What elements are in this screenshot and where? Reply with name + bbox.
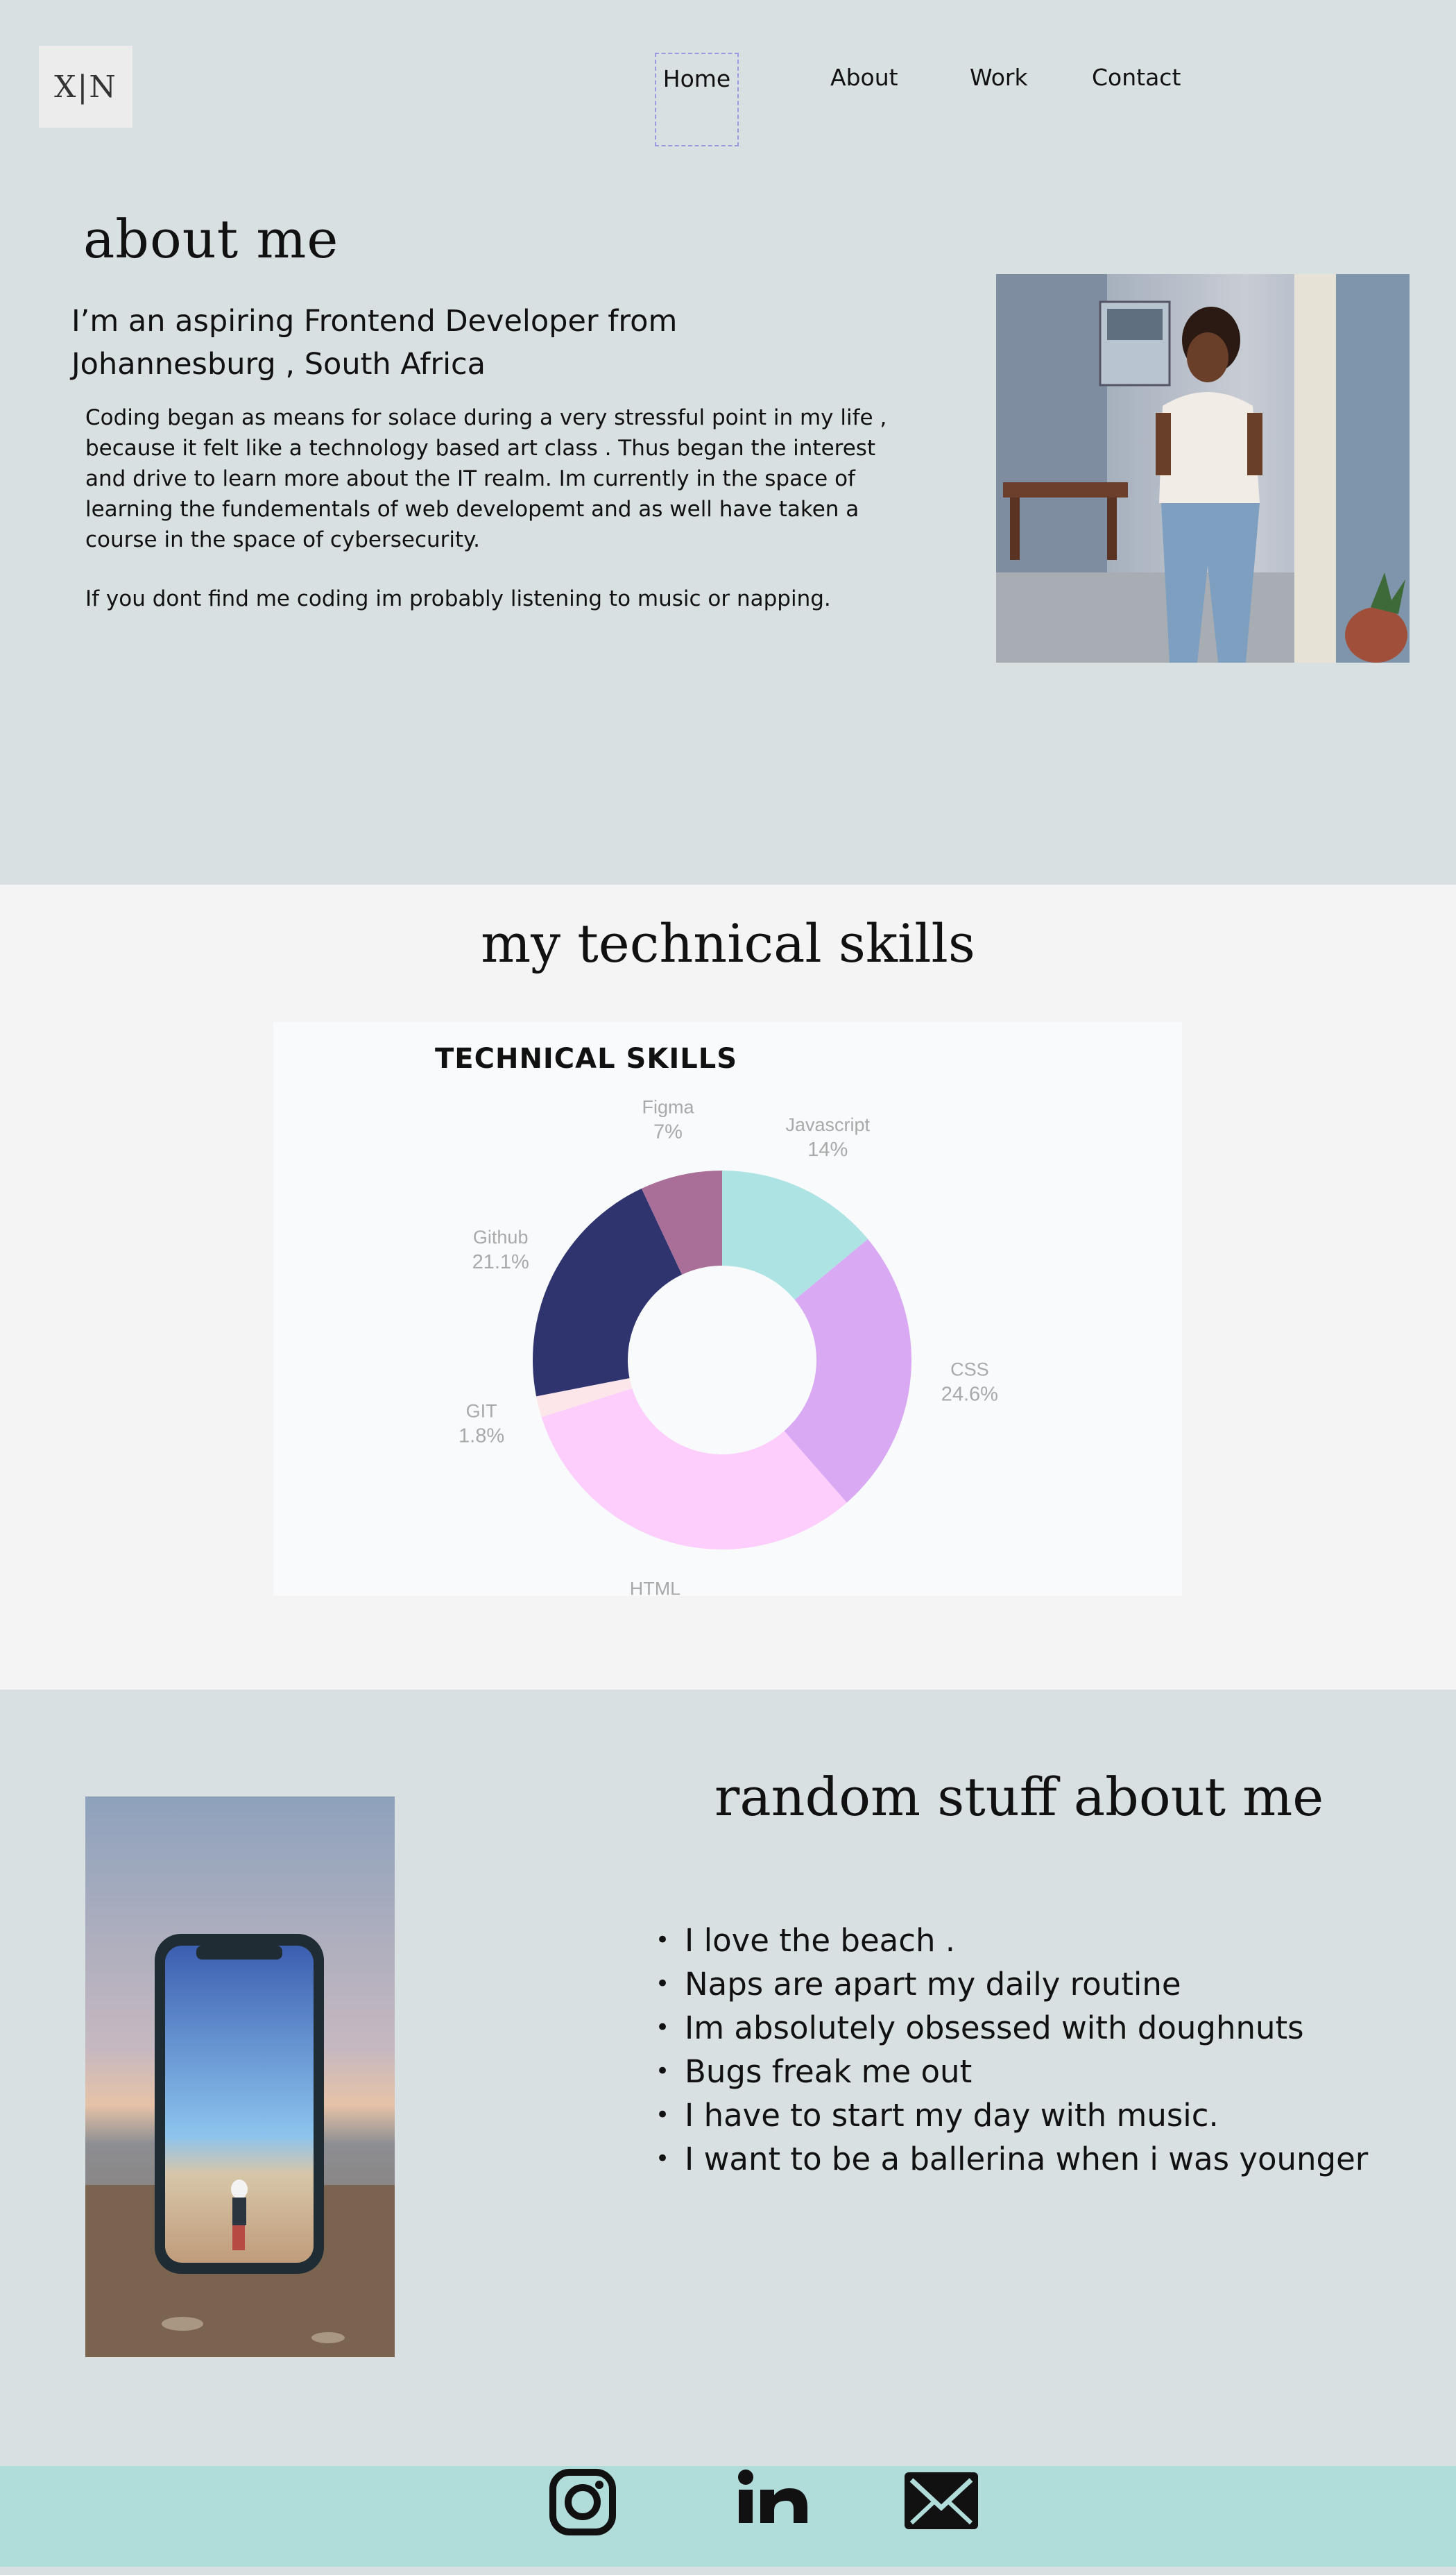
list-item: Bugs freak me out bbox=[656, 2050, 1368, 2093]
random-list: I love the beach . Naps are apart my dai… bbox=[656, 1919, 1368, 2181]
list-item: I love the beach . bbox=[656, 1919, 1368, 1962]
nav-work[interactable]: Work bbox=[970, 64, 1028, 91]
slice-value: 14% bbox=[807, 1139, 848, 1161]
nav-home[interactable]: Home bbox=[655, 53, 739, 146]
beach-photo bbox=[85, 1796, 395, 2357]
slice-label: CSS bbox=[950, 1359, 989, 1380]
slice-label: Javascript bbox=[786, 1114, 871, 1135]
mail-icon[interactable] bbox=[903, 2469, 979, 2535]
slice-label: HTML bbox=[630, 1579, 681, 1596]
list-item: I want to be a ballerina when i was youn… bbox=[656, 2137, 1368, 2181]
donut-chart: Javascript14%CSS24.6%HTML31.6%GIT1.8%Git… bbox=[459, 1097, 998, 1596]
skills-section: my technical skills TECHNICAL SKILLS Jav… bbox=[0, 885, 1456, 1690]
about-subtitle: I’m an aspiring Frontend Developer from … bbox=[71, 304, 678, 382]
slice-label: GIT bbox=[466, 1400, 497, 1421]
slice-value: 1.8% bbox=[459, 1425, 504, 1447]
slice-value: 21.1% bbox=[472, 1251, 529, 1273]
slice-value: 24.6% bbox=[941, 1384, 998, 1406]
about-extra: If you dont find me coding im probably l… bbox=[85, 586, 831, 611]
list-item: Naps are apart my daily routine bbox=[656, 1962, 1368, 2006]
slice-label: Figma bbox=[642, 1097, 694, 1118]
slice-value: 7% bbox=[653, 1121, 683, 1144]
skills-title: my technical skills bbox=[481, 912, 975, 974]
nav-contact[interactable]: Contact bbox=[1092, 64, 1181, 91]
random-title: random stuff about me bbox=[714, 1766, 1324, 1828]
list-item: Im absolutely obsessed with doughnuts bbox=[656, 2006, 1368, 2050]
footer bbox=[0, 2466, 1456, 2567]
linkedin-icon[interactable] bbox=[735, 2469, 812, 2535]
profile-photo bbox=[996, 274, 1410, 663]
about-body: Coding began as means for solace during … bbox=[85, 405, 887, 552]
slice-label: Github bbox=[473, 1227, 529, 1248]
list-item: I have to start my day with music. bbox=[656, 2093, 1368, 2137]
nav-about[interactable]: About bbox=[830, 64, 898, 91]
skills-chart: TECHNICAL SKILLS Javascript 14% CSS 24.6% HT… bbox=[273, 1022, 1182, 1596]
instagram-icon[interactable] bbox=[546, 2469, 622, 2535]
about-title: about me bbox=[83, 208, 339, 270]
site-logo[interactable]: X|N bbox=[39, 46, 132, 128]
